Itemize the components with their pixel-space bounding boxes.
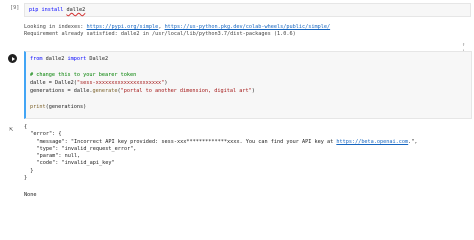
code-string: "portal to another dimension, digital ar… — [120, 88, 252, 94]
code-editor-2[interactable]: from dalle2 import Dalle2 # change this … — [24, 51, 472, 119]
output-line: "type": "invalid_request_error", — [24, 146, 137, 152]
code-keyword: import — [67, 56, 87, 62]
code-token: (generations) — [45, 104, 87, 110]
code-token-package: dalle2 — [66, 7, 86, 13]
code-line-3: dalle = Dalle2("sess-xxxxxxxxxxxxxxxxxxx… — [30, 80, 167, 86]
output-text: Looking in indexes: — [24, 24, 87, 30]
output-icon[interactable]: ⇱ — [9, 125, 17, 133]
code-token-install: install — [41, 7, 64, 13]
output-line: Requirement already satisfied: dalle2 in… — [24, 31, 296, 37]
code-token: dalle = Dalle2( — [30, 80, 77, 86]
code-line-1: from dalle2 import Dalle2 — [30, 56, 108, 62]
code-token-pip: pip — [29, 7, 39, 13]
execution-count: [9] — [10, 5, 20, 11]
code-token: dalle2 — [42, 56, 68, 62]
code-line-4: generations = dalle.generate("portal to … — [30, 88, 255, 94]
output-line: "error": { — [24, 131, 62, 137]
output-line: "code": "invalid_api_key" — [24, 160, 115, 166]
code-function: generate — [92, 88, 118, 94]
code-token: generations = dalle. — [30, 88, 93, 94]
code-function: print — [30, 104, 46, 110]
index-link-colab[interactable]: https://us-python.pkg.dev/colab-wheels/p… — [165, 24, 331, 30]
code-cell-1[interactable]: [9] pip install dalle2 Looking in indexe… — [0, 0, 474, 50]
code-token: ) — [164, 80, 168, 86]
code-editor-1[interactable]: pip install dalle2 — [24, 3, 471, 17]
code-line-2: # change this to your bearer token — [30, 72, 137, 78]
output-line: "param": null, — [24, 153, 81, 159]
output-line: { — [24, 124, 28, 130]
output-line: Looking in indexes: https://pypi.org/sim… — [24, 24, 330, 30]
output-line: None — [24, 192, 37, 198]
index-link-pypi[interactable]: https://pypi.org/simple — [86, 24, 158, 30]
output-line: } — [24, 175, 28, 181]
code-token: ) — [251, 88, 255, 94]
output-line: } — [24, 168, 34, 174]
output-text: .", — [408, 139, 418, 145]
cell-output-2: { "error": { "message": "Incorrect API k… — [24, 122, 469, 202]
cell-output-1: Looking in indexes: https://pypi.org/sim… — [24, 24, 469, 42]
code-token: Dalle2 — [86, 56, 109, 62]
output-text: "message": "Incorrect API key provided: … — [24, 139, 337, 145]
output-line: "message": "Incorrect API key provided: … — [24, 139, 418, 145]
code-string: "sess-xxxxxxxxxxxxxxxxxxxxx" — [76, 80, 165, 86]
code-line: pip install dalle2 — [29, 7, 85, 13]
code-line-5: print(generations) — [30, 104, 86, 110]
run-cell-button[interactable] — [8, 54, 17, 63]
openai-link[interactable]: https://beta.openai.com — [336, 139, 408, 145]
code-keyword: from — [30, 56, 43, 62]
